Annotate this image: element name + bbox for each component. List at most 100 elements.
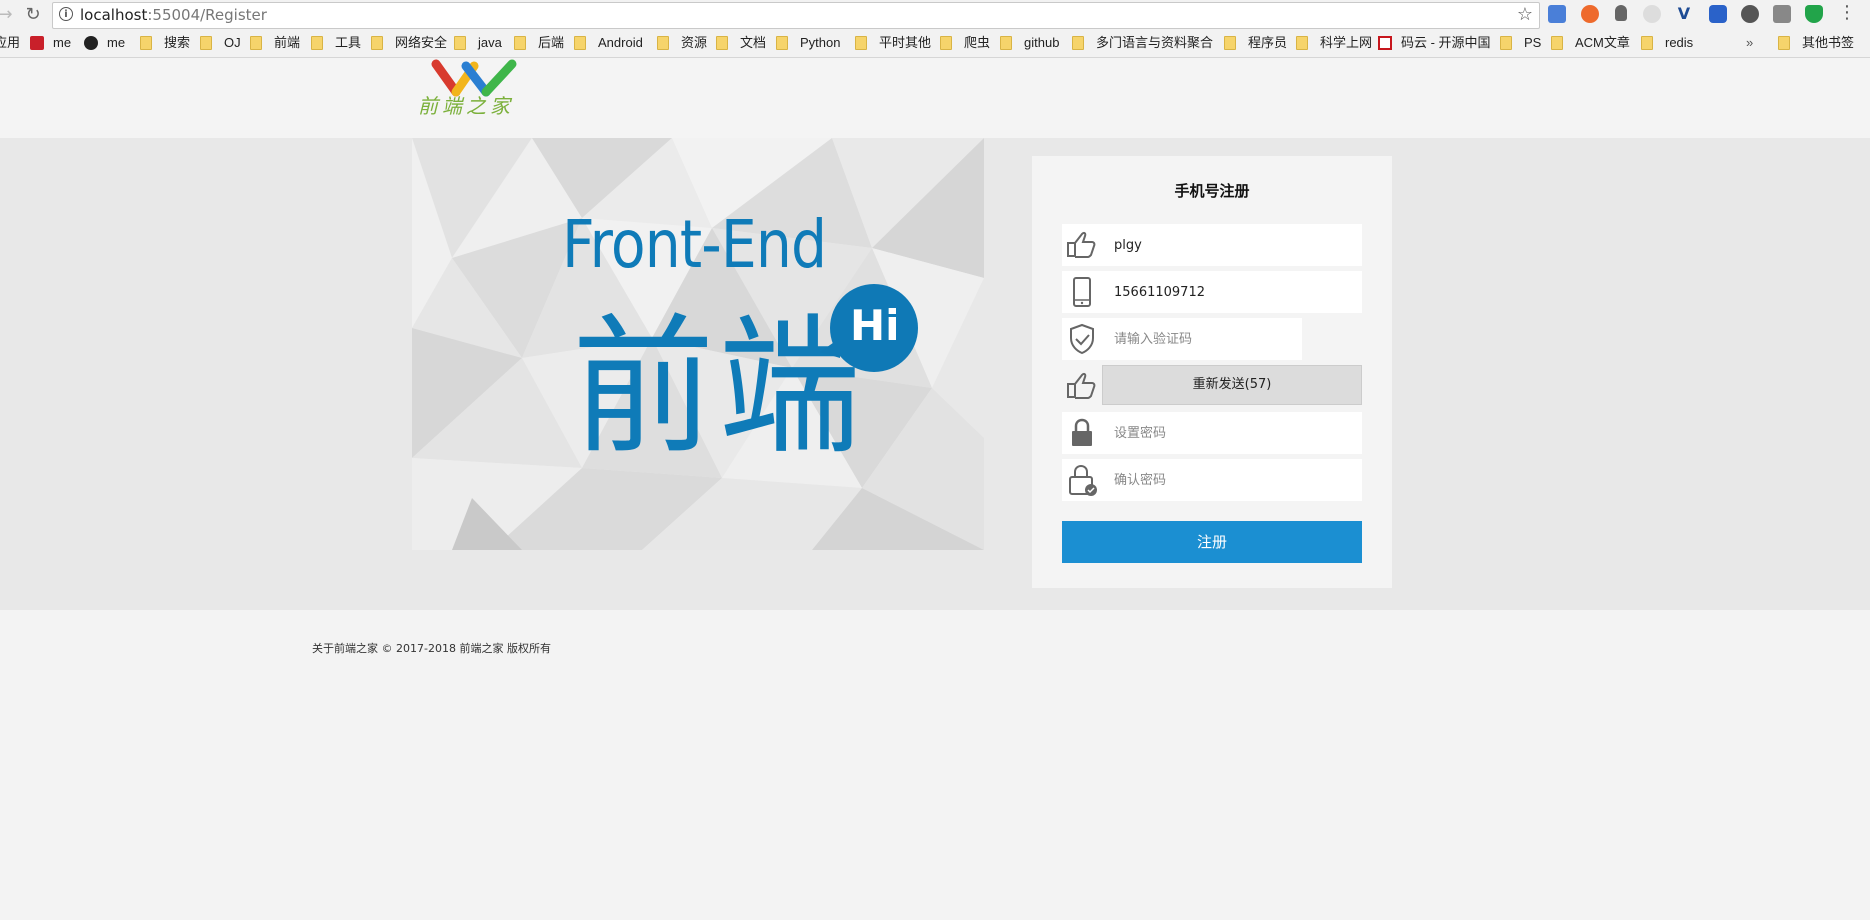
folder-icon — [574, 36, 586, 50]
footer-copyright: 关于前端之家 © 2017-2018 前端之家 版权所有 — [312, 642, 551, 655]
reload-icon[interactable]: ↻ — [22, 4, 44, 26]
blue-extension-icon[interactable] — [1709, 5, 1727, 23]
bookmark-folder[interactable]: 平时其他 — [855, 34, 931, 52]
folder-icon — [1500, 36, 1512, 50]
folder-icon — [250, 36, 262, 50]
address-bar[interactable]: i localhost:55004/Register ☆ — [52, 2, 1540, 29]
register-button[interactable]: 注册 — [1062, 521, 1362, 563]
banner-title-cn: 前端 — [572, 301, 865, 475]
browser-toolbar: → ↻ i localhost:55004/Register ☆ V ⋮ 应用 … — [0, 0, 1870, 58]
code-input[interactable] — [1102, 318, 1302, 360]
folder-icon — [311, 36, 323, 50]
bookmark-folder[interactable]: 多门语言与资料聚合 — [1072, 34, 1224, 52]
bookmark-folder[interactable]: 网络安全 — [371, 34, 447, 52]
hi-text: Hi — [850, 301, 900, 350]
folder-icon — [200, 36, 212, 50]
lock-check-icon — [1069, 464, 1097, 496]
folder-icon — [1551, 36, 1563, 50]
thumbs-up-icon — [1067, 231, 1096, 258]
folder-icon — [1778, 36, 1790, 50]
folder-icon — [1000, 36, 1012, 50]
bookmark-csdn-me[interactable]: me — [30, 34, 71, 52]
folder-icon — [514, 36, 526, 50]
bulb-extension-icon[interactable] — [1615, 5, 1627, 21]
confirm-password-input[interactable] — [1102, 459, 1362, 501]
bookmarks-overflow-chevron-icon[interactable]: » — [1746, 34, 1753, 52]
bookmark-star-icon[interactable]: ☆ — [1517, 4, 1533, 25]
bookmark-folder[interactable]: 前端 — [250, 34, 300, 52]
username-row — [1062, 224, 1362, 266]
bookmark-gitee[interactable]: 码云 - 开源中国 — [1378, 34, 1491, 52]
bookmark-folder[interactable]: 资源 — [657, 34, 707, 52]
mobile-phone-icon — [1073, 277, 1091, 307]
translate-extension-icon[interactable] — [1548, 5, 1566, 23]
panel-title: 手机号注册 — [1174, 182, 1250, 200]
bookmark-folder[interactable]: OJ — [200, 34, 241, 52]
confirm-password-row — [1062, 459, 1362, 501]
password-row — [1062, 412, 1362, 454]
logo-text: 前端之家 — [418, 94, 514, 118]
url-text[interactable]: localhost:55004/Register — [80, 6, 267, 24]
banner-title-en: Front-End — [562, 206, 827, 283]
folder-icon — [1641, 36, 1653, 50]
folder-icon — [371, 36, 383, 50]
back-arrow-icon[interactable]: → — [0, 4, 16, 26]
phone-input[interactable] — [1102, 271, 1362, 313]
dark-extension-icon[interactable] — [1741, 5, 1759, 23]
gitee-icon — [1378, 36, 1392, 50]
orange-extension-icon[interactable] — [1581, 5, 1599, 23]
password-input[interactable] — [1102, 412, 1362, 454]
password-field[interactable] — [1102, 412, 1362, 454]
bookmark-folder[interactable]: redis — [1641, 34, 1693, 52]
bubble-tail-icon — [820, 338, 840, 358]
grey-extension-icon[interactable] — [1643, 5, 1661, 23]
code-row — [1062, 318, 1362, 360]
folder-icon — [940, 36, 952, 50]
folder-icon — [1296, 36, 1308, 50]
bookmark-folder[interactable]: Android — [574, 34, 643, 52]
bookmark-folder[interactable]: 文档 — [716, 34, 766, 52]
bookmark-folder[interactable]: 后端 — [514, 34, 564, 52]
code-field[interactable] — [1102, 318, 1302, 360]
resend-code-button[interactable]: 重新发送(57) — [1102, 365, 1362, 405]
bookmark-folder[interactable]: 搜索 — [140, 34, 190, 52]
register-panel: 手机号注册 plgy 15661109712 请输入验证码 重新发送(57) 注… — [1032, 156, 1392, 588]
menu-icon[interactable]: ⋮ — [1838, 4, 1856, 22]
shield-extension-icon[interactable] — [1805, 5, 1823, 23]
bookmark-folder[interactable]: github — [1000, 34, 1059, 52]
lock-icon — [1072, 418, 1092, 446]
username-input[interactable] — [1102, 224, 1362, 266]
bookmark-folder[interactable]: PS — [1500, 34, 1541, 52]
register-banner: Front-End 前端 Hi — [412, 138, 984, 550]
other-bookmarks[interactable]: 其他书签 — [1778, 34, 1854, 52]
bookmark-folder[interactable]: java — [454, 34, 502, 52]
phone-row — [1062, 271, 1362, 313]
github-icon — [84, 36, 98, 50]
folder-icon — [657, 36, 669, 50]
info-icon[interactable]: i — [59, 7, 73, 21]
folder-icon — [716, 36, 728, 50]
shield-check-icon — [1070, 323, 1094, 355]
thumbs-up-icon — [1067, 372, 1096, 399]
folder-icon — [1072, 36, 1084, 50]
gear-extension-icon[interactable] — [1773, 5, 1791, 23]
folder-icon — [454, 36, 466, 50]
bookmark-folder[interactable]: 爬虫 — [940, 34, 990, 52]
csdn-icon — [30, 36, 44, 50]
bookmark-folder[interactable]: 工具 — [311, 34, 361, 52]
username-field[interactable] — [1102, 224, 1362, 266]
v-extension-icon[interactable]: V — [1675, 5, 1693, 23]
bookmark-folder[interactable]: Python — [776, 34, 840, 52]
folder-icon — [1224, 36, 1236, 50]
bookmark-folder[interactable]: 科学上网 — [1296, 34, 1372, 52]
bookmark-apps[interactable]: 应用 — [0, 34, 20, 52]
bookmarks-bar: 应用 me me 搜索 OJ 前端 工具 网络安全 java 后端 Androi… — [0, 31, 1870, 55]
bookmark-folder[interactable]: ACM文章 — [1551, 34, 1630, 52]
bookmark-folder[interactable]: 程序员 — [1224, 34, 1287, 52]
confirm-password-field[interactable] — [1102, 459, 1362, 501]
phone-field[interactable] — [1102, 271, 1362, 313]
folder-icon — [776, 36, 788, 50]
folder-icon — [855, 36, 867, 50]
site-header — [0, 58, 1870, 138]
bookmark-github-me[interactable]: me — [84, 34, 125, 52]
